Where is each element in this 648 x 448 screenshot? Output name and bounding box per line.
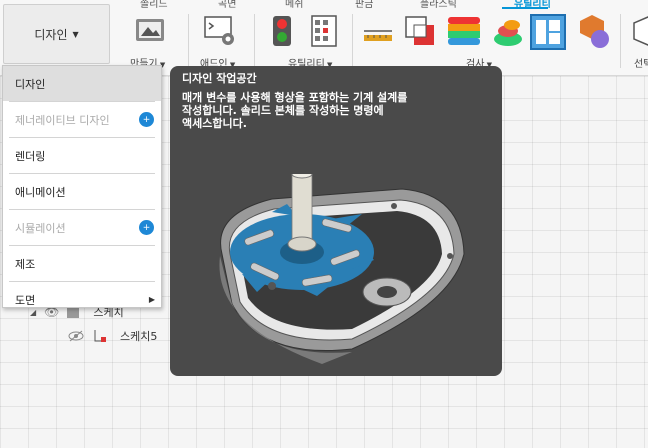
scripts-addins-icon[interactable] <box>202 13 238 49</box>
tab-sheetmetal[interactable]: 판금 <box>355 0 373 10</box>
tab-solid[interactable]: 솔리드 <box>140 0 168 10</box>
draft-analysis-icon[interactable] <box>490 13 526 49</box>
traffic-light-icon[interactable] <box>264 13 300 49</box>
workspace-label: 디자인 <box>34 27 68 42</box>
tab-mesh[interactable]: 메쉬 <box>285 0 303 10</box>
parameters-table-icon[interactable] <box>306 13 342 49</box>
menu-item-drawing[interactable]: 도면 ▶ <box>3 282 161 317</box>
caret-down-icon: ▼ <box>72 29 79 39</box>
section-analysis-icon[interactable] <box>530 14 566 50</box>
active-tab-indicator <box>502 7 548 9</box>
tooltip-description: 매개 변수를 사용해 형상을 포함하는 기계 설계를 작성합니다. 솔리드 본체… <box>182 91 408 130</box>
submenu-arrow-icon: ▶ <box>148 295 155 304</box>
menu-item-design[interactable]: 디자인 <box>3 66 161 101</box>
sketch-red-icon <box>94 330 106 342</box>
3d-print-icon[interactable] <box>132 13 168 49</box>
workspace-switcher-button[interactable]: 디자인 ▼ <box>3 4 110 64</box>
zebra-analysis-icon[interactable] <box>446 13 482 49</box>
tab-surface[interactable]: 곡면 <box>218 0 236 10</box>
select-group-label[interactable]: 선택 <box>634 55 648 70</box>
menu-item-render[interactable]: 렌더링 <box>3 138 161 173</box>
eye-hidden-icon[interactable] <box>68 330 84 342</box>
tooltip-title: 디자인 작업공간 <box>182 72 257 85</box>
workspace-menu: 디자인 제너레이티브 디자인 + 렌더링 애니메이션 시뮬레이션 + 제조 도면… <box>2 65 162 308</box>
separator <box>620 14 621 68</box>
menu-item-simulation[interactable]: 시뮬레이션 + <box>3 210 161 245</box>
browser-row-sketch5[interactable]: 스케치5 <box>68 328 157 344</box>
gearbox-model-image <box>219 174 465 364</box>
interference-icon[interactable] <box>402 13 438 49</box>
measure-icon[interactable] <box>360 13 396 49</box>
tab-plastic[interactable]: 플라스틱 <box>420 0 457 10</box>
separator <box>188 14 189 68</box>
plus-icon[interactable]: + <box>139 220 154 235</box>
separator <box>254 14 255 68</box>
menu-item-generative-design[interactable]: 제너레이티브 디자인 + <box>3 102 161 137</box>
browser-row-label: 스케치5 <box>120 330 158 343</box>
separator <box>352 14 353 68</box>
plus-icon[interactable]: + <box>139 112 154 127</box>
select-box-icon[interactable] <box>628 13 648 49</box>
menu-item-manufacture[interactable]: 제조 <box>3 246 161 281</box>
workspace-tooltip: 디자인 작업공간 매개 변수를 사용해 형상을 포함하는 기계 설계를 작성합니… <box>170 66 502 376</box>
shapes-icon[interactable] <box>574 13 610 49</box>
menu-item-animation[interactable]: 애니메이션 <box>3 174 161 209</box>
